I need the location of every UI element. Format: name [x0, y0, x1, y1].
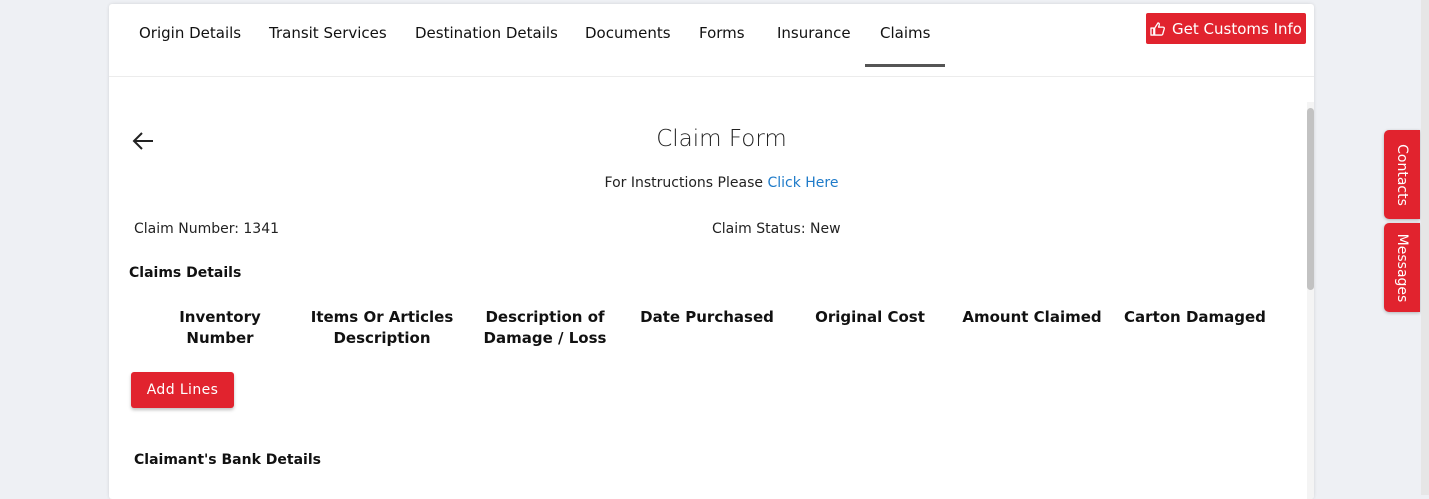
tab-destination-details[interactable]: Destination Details [415, 24, 558, 42]
get-customs-info-label: Get Customs Info [1172, 19, 1302, 38]
instructions-text: For Instructions Please [604, 175, 768, 191]
tab-documents[interactable]: Documents [585, 24, 671, 42]
column-header-original-cost: Original Cost [815, 308, 925, 326]
column-header-carton-damaged: Carton Damaged [1124, 308, 1266, 326]
content-scrollbar[interactable] [1307, 102, 1314, 499]
bank-details-title: Claimant's Bank Details [134, 452, 321, 468]
instructions-line: For Instructions Please Click Here [109, 175, 1314, 191]
contacts-side-tab[interactable]: Contacts [1384, 130, 1420, 219]
tab-claims[interactable]: Claims [880, 24, 930, 42]
scrollbar-thumb[interactable] [1307, 108, 1314, 290]
column-header-date-purchased: Date Purchased [640, 308, 774, 326]
page-scrollbar[interactable] [1421, 0, 1429, 495]
messages-label: Messages [1394, 233, 1410, 302]
instructions-link[interactable]: Click Here [767, 175, 838, 191]
page-title: Claim Form [656, 126, 787, 152]
thumbs-up-icon [1150, 21, 1165, 36]
column-header-amount-claimed: Amount Claimed [962, 308, 1102, 326]
tab-bar: Origin Details Transit Services Destinat… [109, 4, 1314, 77]
tab-origin-details[interactable]: Origin Details [139, 24, 241, 42]
tab-insurance[interactable]: Insurance [777, 24, 851, 42]
column-header-inventory-number: Inventory Number [179, 308, 261, 347]
main-card: Origin Details Transit Services Destinat… [109, 4, 1314, 499]
messages-side-tab[interactable]: Messages [1384, 223, 1420, 312]
contacts-label: Contacts [1394, 143, 1410, 206]
active-tab-indicator [865, 64, 945, 67]
claim-status: Claim Status: New [712, 221, 841, 237]
tab-forms[interactable]: Forms [699, 24, 745, 42]
claim-number: Claim Number: 1341 [134, 221, 280, 237]
add-lines-button[interactable]: Add Lines [131, 372, 234, 408]
column-header-damage-description: Description of Damage / Loss [483, 308, 607, 347]
tab-transit-services[interactable]: Transit Services [269, 24, 387, 42]
claims-details-title: Claims Details [129, 265, 242, 281]
get-customs-info-button[interactable]: Get Customs Info [1146, 13, 1306, 44]
column-header-items-description: Items Or Articles Description [310, 308, 454, 347]
